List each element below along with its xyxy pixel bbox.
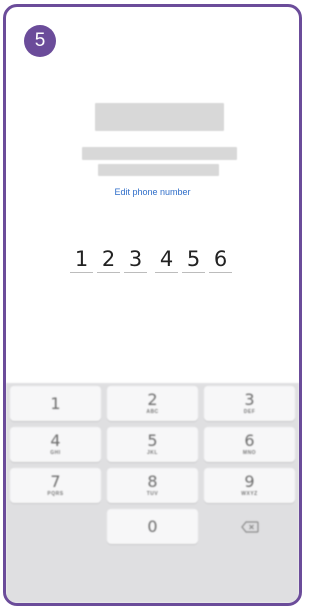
key-8[interactable]: 8 TUV (107, 468, 198, 503)
backspace-key[interactable] (204, 509, 295, 544)
edit-phone-number-link[interactable]: Edit phone number (6, 187, 299, 197)
key-number: 7 (50, 472, 61, 491)
key-letters: DEF (243, 409, 256, 415)
backspace-icon (240, 520, 259, 533)
key-letters: JKL (147, 450, 158, 456)
code-cell[interactable]: 1 (70, 242, 93, 273)
key-letters: PQRS (47, 491, 64, 497)
code-digit: 1 (74, 247, 89, 271)
key-letters: TUV (146, 491, 159, 497)
key-letters: GHI (50, 450, 61, 456)
key-letters: WXYZ (241, 491, 258, 497)
key-number: 8 (147, 472, 158, 491)
blurred-title (95, 103, 224, 131)
code-digit: 2 (101, 247, 116, 271)
key-number: 1 (50, 394, 61, 413)
key-letters: MNO (242, 450, 257, 456)
blurred-description-line-2 (98, 164, 219, 176)
key-4[interactable]: 4 GHI (10, 427, 101, 462)
code-digit: 6 (213, 247, 228, 271)
key-number: 5 (147, 431, 158, 450)
key-7[interactable]: 7 PQRS (10, 468, 101, 503)
key-blank (10, 509, 101, 544)
key-number: 9 (244, 472, 255, 491)
step-badge: 5 (24, 25, 56, 57)
key-6[interactable]: 6 MNO (204, 427, 295, 462)
blurred-description-line-1 (82, 147, 237, 160)
code-cell[interactable]: 3 (124, 242, 147, 273)
key-9[interactable]: 9 WXYZ (204, 468, 295, 503)
key-letters: ABC (146, 409, 159, 415)
numeric-keypad: 1 2 ABC 3 DEF 4 GHI 5 JKL 6 MNO 7 PQRS 8 (6, 383, 299, 603)
code-digit: 4 (159, 247, 174, 271)
code-cell[interactable]: 2 (97, 242, 120, 273)
code-cell[interactable]: 4 (155, 242, 178, 273)
key-number: 4 (50, 431, 61, 450)
key-1[interactable]: 1 (10, 386, 101, 421)
verification-code-input[interactable]: 1 2 3 4 5 6 (70, 242, 232, 273)
key-number: 2 (147, 390, 158, 409)
key-3[interactable]: 3 DEF (204, 386, 295, 421)
code-digit: 3 (128, 247, 143, 271)
key-0[interactable]: 0 (107, 509, 198, 544)
key-5[interactable]: 5 JKL (107, 427, 198, 462)
code-cell[interactable]: 6 (209, 242, 232, 273)
key-number: 3 (244, 390, 255, 409)
key-number: 0 (147, 517, 158, 536)
code-digit: 5 (186, 247, 201, 271)
key-2[interactable]: 2 ABC (107, 386, 198, 421)
phone-frame: 5 Edit phone number 1 2 3 4 5 6 1 2 ABC … (3, 4, 302, 606)
code-cell[interactable]: 5 (182, 242, 205, 273)
key-number: 6 (244, 431, 255, 450)
